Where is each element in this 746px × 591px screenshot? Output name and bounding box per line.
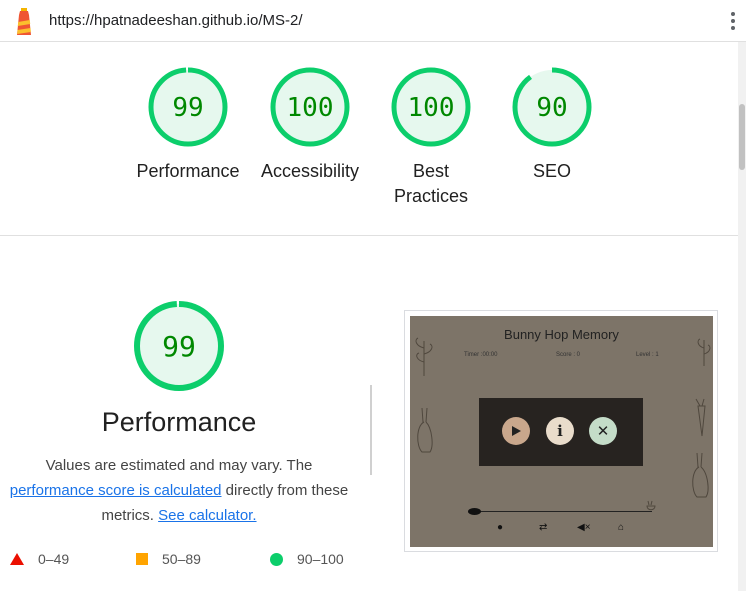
volume-slider-track bbox=[472, 511, 652, 512]
game-level: Level : 1 bbox=[636, 352, 659, 358]
gauge-accessibility[interactable]: 100 Accessibility bbox=[250, 66, 370, 184]
gauge-best-practices[interactable]: 100 Best Practices bbox=[371, 66, 491, 209]
gauge-ring: 100 bbox=[270, 67, 350, 147]
screenshot-image: Bunny Hop Memory Timer :00:00 Score : 0 … bbox=[410, 316, 713, 547]
see-calculator-link[interactable]: See calculator. bbox=[158, 507, 256, 524]
repeat-icon: ⇄ bbox=[539, 522, 548, 533]
plant-doodle-icon bbox=[415, 337, 433, 376]
game-title: Bunny Hop Memory bbox=[504, 327, 619, 342]
game-bottom-bar: ● ⇄ ◀× ⌂ bbox=[410, 522, 713, 536]
legend-average: 50–89 bbox=[136, 551, 201, 567]
gauge-label: SEO bbox=[532, 161, 571, 181]
gauge-label: Best Practices bbox=[371, 159, 491, 209]
legend-range: 0–49 bbox=[38, 551, 70, 567]
bunny-doodle-icon bbox=[417, 407, 433, 453]
gauge-ring: 100 bbox=[391, 67, 471, 147]
info-icon: i bbox=[546, 417, 574, 445]
performance-title: Performance bbox=[101, 407, 257, 437]
desc-text: Values are estimated and may vary. The bbox=[45, 457, 313, 474]
gauge-seo[interactable]: 90 SEO bbox=[492, 66, 612, 184]
legend-fail: 0–49 bbox=[10, 551, 69, 567]
gauge-ring: 99 bbox=[148, 67, 228, 147]
report-url: https://hpatnadeeshan.github.io/MS-2/ bbox=[49, 12, 303, 29]
mute-icon: ◀× bbox=[577, 522, 591, 533]
average-square-icon bbox=[136, 553, 148, 565]
gauge-performance[interactable]: 99 Performance bbox=[128, 66, 248, 184]
legend-range: 50–89 bbox=[162, 551, 201, 567]
gauge-label: Accessibility bbox=[260, 161, 360, 181]
score-calculated-link[interactable]: performance score is calculated bbox=[10, 482, 222, 499]
performance-gauge: 99 bbox=[134, 301, 224, 391]
bunny-doodle-icon bbox=[692, 452, 709, 498]
game-score: Score : 0 bbox=[556, 352, 581, 358]
report-topbar: https://hpatnadeeshan.github.io/MS-2/ bbox=[0, 0, 746, 42]
gauge-label: Performance bbox=[136, 161, 240, 181]
performance-score: 99 bbox=[162, 330, 196, 363]
fail-triangle-icon bbox=[10, 553, 24, 565]
lighthouse-logo-icon bbox=[17, 8, 31, 35]
info-icon: ● bbox=[497, 522, 504, 533]
category-gauges: 99 Performance 100 Accessibility 100 Bes… bbox=[0, 42, 738, 236]
play-icon bbox=[502, 417, 530, 445]
gauge-label-line1: Best bbox=[412, 161, 450, 181]
legend-range: 90–100 bbox=[297, 551, 344, 567]
gauge-ring: 90 bbox=[512, 67, 592, 147]
gauge-score: 100 bbox=[408, 93, 455, 123]
vertical-divider bbox=[370, 385, 372, 475]
volume-slider-knob bbox=[468, 508, 481, 515]
close-icon: ✕ bbox=[589, 417, 617, 445]
desc-text: metrics. bbox=[101, 507, 159, 524]
home-icon: ⌂ bbox=[618, 522, 625, 533]
gauge-score: 90 bbox=[536, 93, 567, 123]
gauge-score: 100 bbox=[287, 93, 334, 123]
game-start-modal: i ✕ bbox=[479, 398, 643, 466]
carrot-doodle-icon bbox=[695, 398, 706, 437]
scrollbar[interactable] bbox=[738, 42, 746, 591]
more-menu-icon[interactable] bbox=[730, 12, 736, 32]
performance-description: Values are estimated and may vary. The p… bbox=[0, 453, 358, 528]
pass-circle-icon bbox=[270, 552, 283, 566]
scrollbar-thumb[interactable] bbox=[739, 104, 745, 170]
final-screenshot[interactable]: Bunny Hop Memory Timer :00:00 Score : 0 … bbox=[404, 310, 718, 552]
gauge-score: 99 bbox=[172, 93, 203, 123]
gauge-label-line2: Practices bbox=[393, 186, 469, 206]
performance-section: 99 Performance Values are estimated and … bbox=[0, 237, 738, 591]
game-timer: Timer :00:00 bbox=[464, 352, 498, 358]
legend-pass: 90–100 bbox=[270, 551, 344, 567]
desc-text: directly from these bbox=[221, 482, 349, 499]
score-scale-legend: 0–49 50–89 90–100 bbox=[0, 549, 370, 571]
